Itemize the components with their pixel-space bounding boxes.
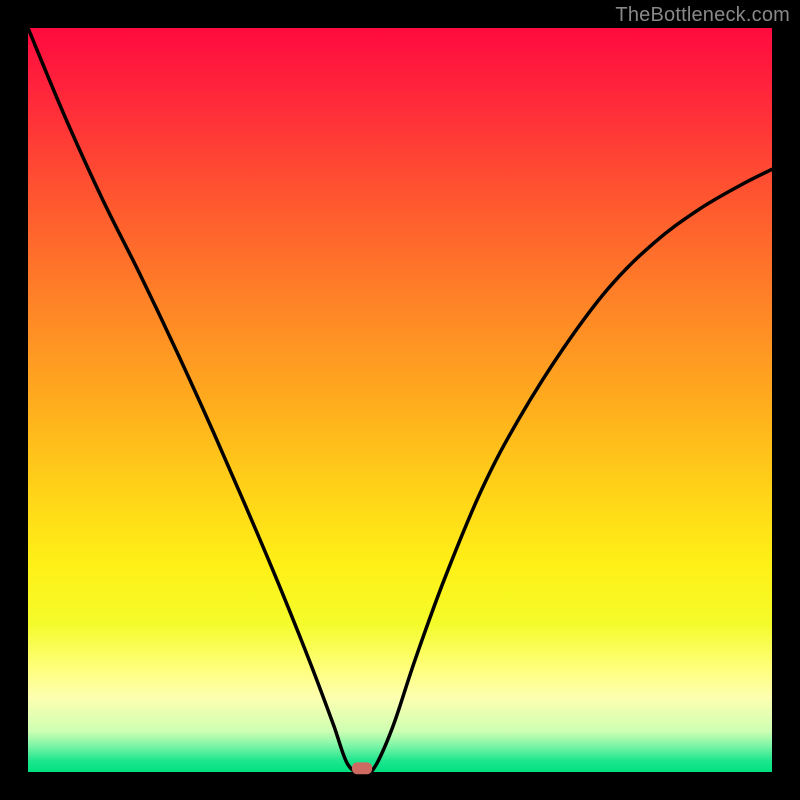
bottleneck-chart [0,0,800,800]
optimum-marker [352,762,372,774]
plot-area [28,28,772,772]
watermark-text: TheBottleneck.com [615,4,790,27]
chart-frame: TheBottleneck.com [0,0,800,800]
